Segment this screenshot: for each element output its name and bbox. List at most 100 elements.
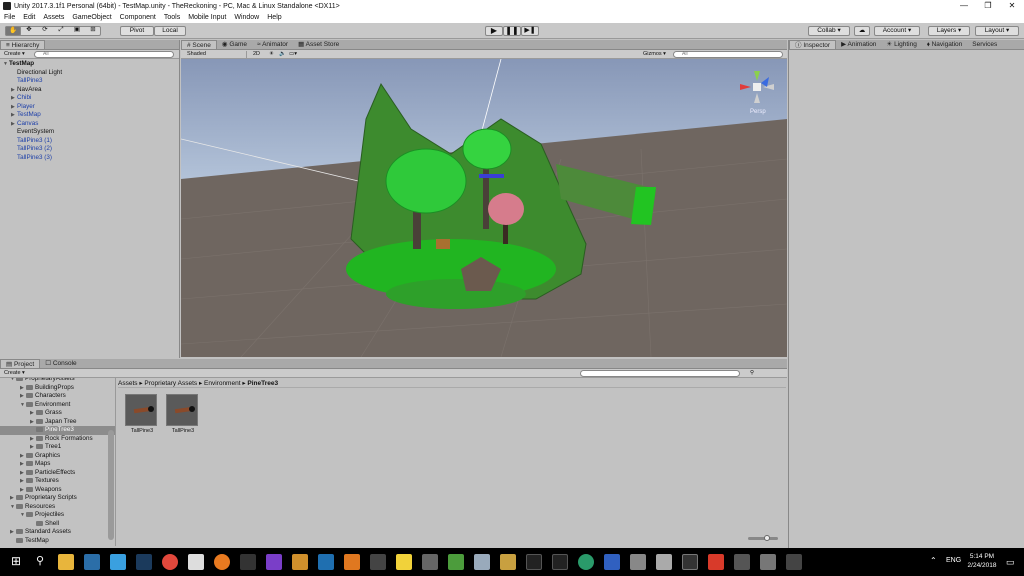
cloud-icon[interactable]: ☁: [854, 26, 870, 36]
app-icon[interactable]: [84, 554, 100, 570]
app-icon[interactable]: [578, 554, 594, 570]
hierarchy-item[interactable]: ▶ Player: [3, 103, 179, 112]
project-tree-item[interactable]: ▶ Japan Tree: [0, 418, 115, 427]
app-icon[interactable]: [474, 554, 490, 570]
local-button[interactable]: Local: [154, 26, 186, 36]
rect-tool-icon[interactable]: ▣: [69, 26, 85, 36]
app-icon[interactable]: [552, 554, 568, 570]
project-create-button[interactable]: Create ▾: [2, 370, 27, 377]
step-button[interactable]: ▶❚: [521, 26, 539, 36]
minimize-icon[interactable]: —: [952, 0, 976, 12]
firefox-icon[interactable]: [214, 554, 230, 570]
project-tree-item[interactable]: ▶ ParticleEffects: [0, 469, 115, 478]
menu-component[interactable]: Component: [116, 14, 160, 21]
tab-inspector[interactable]: ⓘ Inspector: [789, 40, 837, 49]
minecraft-icon[interactable]: [448, 554, 464, 570]
project-tree-item[interactable]: ▼ Environment: [0, 401, 115, 410]
scene-root[interactable]: ▼TestMap: [3, 60, 179, 69]
hierarchy-item[interactable]: TallPine3: [3, 77, 179, 86]
app-icon[interactable]: [292, 554, 308, 570]
windows-start-icon[interactable]: ⊞: [8, 554, 24, 570]
project-tree-item[interactable]: ▶ Weapons: [0, 486, 115, 495]
unity-taskbar-icon[interactable]: [240, 554, 256, 570]
scene-viewport[interactable]: Persp: [181, 59, 787, 357]
hierarchy-item[interactable]: ▶ Canvas: [3, 120, 179, 129]
project-tree-item[interactable]: ▶ Standard Assets: [0, 528, 115, 537]
account-button[interactable]: Account ▾: [874, 26, 920, 36]
file-explorer-icon[interactable]: [58, 554, 74, 570]
breadcrumb-assets[interactable]: Assets: [118, 380, 138, 387]
tab-console[interactable]: ☐ Console: [40, 359, 82, 368]
hierarchy-item[interactable]: EventSystem: [3, 128, 179, 137]
tab-animator[interactable]: ≈ Animator: [252, 40, 293, 49]
hierarchy-search-input[interactable]: All: [34, 51, 174, 58]
scale-tool-icon[interactable]: ⤢: [53, 26, 69, 36]
persp-label[interactable]: Persp: [750, 109, 766, 115]
search-icon[interactable]: ⚲: [32, 554, 48, 570]
project-tree-item[interactable]: ▶ Tree1: [0, 443, 115, 452]
menu-gameobject[interactable]: GameObject: [68, 14, 115, 21]
rotate-tool-icon[interactable]: ⟳: [37, 26, 53, 36]
app-icon[interactable]: [500, 554, 516, 570]
asset-item[interactable]: TallPine3: [166, 394, 200, 436]
menu-mobile-input[interactable]: Mobile Input: [184, 14, 230, 21]
lighting-toggle-icon[interactable]: ☀: [267, 51, 276, 58]
create-button[interactable]: Create ▾: [2, 51, 27, 58]
menu-file[interactable]: File: [0, 14, 19, 21]
notification-icon[interactable]: ▭: [1006, 557, 1015, 568]
pause-button[interactable]: ❚❚: [503, 26, 521, 36]
calculator-icon[interactable]: [188, 554, 204, 570]
hierarchy-item[interactable]: ▶ TestMap: [3, 111, 179, 120]
collab-button[interactable]: Collab ▾: [808, 26, 850, 36]
orientation-gizmo[interactable]: Persp: [737, 67, 777, 115]
breadcrumb-environment[interactable]: Environment: [204, 380, 241, 387]
breadcrumb-proprietary-assets[interactable]: Proprietary Assets: [144, 380, 197, 387]
project-tree-item[interactable]: ▼ Projectiles: [0, 511, 115, 520]
app-icon[interactable]: [318, 554, 334, 570]
tray-chevron-icon[interactable]: ⌃: [930, 556, 937, 565]
project-tree-item[interactable]: ▶ Textures: [0, 477, 115, 486]
tab-scene[interactable]: # Scene: [181, 40, 217, 49]
app-icon[interactable]: [526, 554, 542, 570]
project-tree-item[interactable]: ▶ BuildingProps: [0, 384, 115, 393]
app-icon[interactable]: [396, 554, 412, 570]
layout-button[interactable]: Layout ▾: [975, 26, 1019, 36]
tab-navigation[interactable]: ⬧ Navigation: [922, 40, 967, 49]
play-button[interactable]: ▶: [485, 26, 503, 36]
blender-icon[interactable]: [344, 554, 360, 570]
clock[interactable]: 5:14 PM 2/24/2018: [966, 553, 998, 569]
project-tree-item[interactable]: ▶ Characters: [0, 392, 115, 401]
pivot-button[interactable]: Pivot: [120, 26, 154, 36]
chrome-icon[interactable]: [162, 554, 178, 570]
tab-hierarchy[interactable]: ≡ Hierarchy: [0, 40, 46, 49]
app-icon[interactable]: [656, 554, 672, 570]
transform-tool-icon[interactable]: ⊞: [85, 26, 101, 36]
hierarchy-item[interactable]: TallPine3 (2): [3, 145, 179, 154]
tab-lighting[interactable]: ☀ Lighting: [881, 40, 921, 49]
app-icon[interactable]: [760, 554, 776, 570]
menu-edit[interactable]: Edit: [19, 14, 39, 21]
project-tree-item[interactable]: ▶ Maps: [0, 460, 115, 469]
visual-studio-icon[interactable]: [266, 554, 282, 570]
project-tree-item[interactable]: TestMap: [0, 537, 115, 546]
app-icon[interactable]: [734, 554, 750, 570]
layers-button[interactable]: Layers ▾: [928, 26, 970, 36]
tab-services[interactable]: Services: [967, 40, 1002, 49]
effects-toggle-icon[interactable]: ▭▾: [287, 51, 299, 58]
menu-window[interactable]: Window: [230, 14, 263, 21]
app-icon[interactable]: [604, 554, 620, 570]
store-icon[interactable]: [110, 554, 126, 570]
menu-help[interactable]: Help: [263, 14, 285, 21]
app-icon[interactable]: [422, 554, 438, 570]
mode-2d-button[interactable]: 2D: [251, 51, 262, 58]
hierarchy-item[interactable]: TallPine3 (1): [3, 137, 179, 146]
project-tree-item[interactable]: ▼ Resources: [0, 503, 115, 512]
hierarchy-item[interactable]: ▶ Chibi: [3, 94, 179, 103]
tree-scrollbar[interactable]: [108, 430, 114, 540]
thumbnail-size-slider[interactable]: [748, 535, 778, 541]
project-tree-item[interactable]: ▶ Graphics: [0, 452, 115, 461]
steam-icon[interactable]: [136, 554, 152, 570]
epic-launcher-icon[interactable]: [370, 554, 386, 570]
project-tree-item[interactable]: ▶ Proprietary Scripts: [0, 494, 115, 503]
project-search-input[interactable]: [580, 370, 740, 377]
